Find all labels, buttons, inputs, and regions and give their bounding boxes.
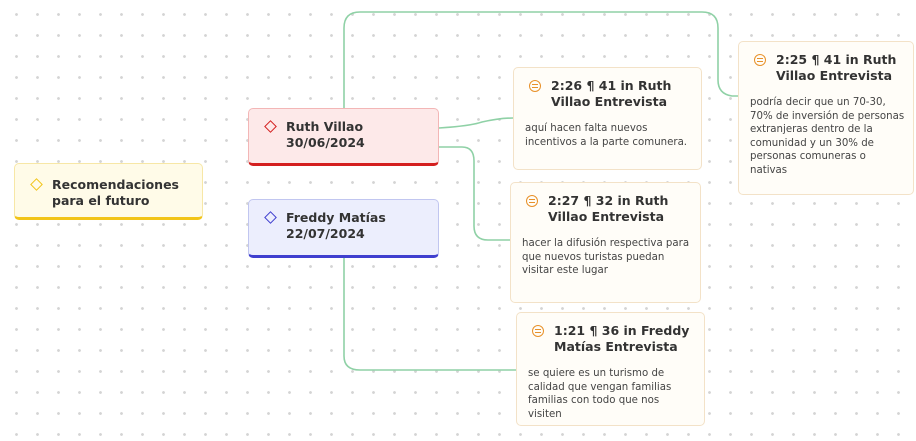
quote-card-2-27[interactable]: 2:27 ¶ 32 in Ruth Villao Entrevista hace… — [510, 182, 701, 303]
diamond-icon — [30, 178, 43, 191]
quote-card-2-25[interactable]: 2:25 ¶ 41 in Ruth Villao Entrevista podr… — [738, 41, 914, 195]
connector-freddy-to-quote-1-21 — [343, 258, 516, 371]
diamond-icon — [264, 211, 277, 224]
quote-icon — [754, 54, 766, 66]
code-node-freddy-matias[interactable]: Freddy Matías 22/07/2024 — [248, 199, 439, 258]
quote-text: hacer la difusión respectiva para que nu… — [522, 238, 690, 277]
connector-ruth-to-quote-2-26 — [438, 117, 514, 129]
diamond-icon — [264, 120, 277, 133]
code-label-freddy: Freddy Matías 22/07/2024 — [286, 210, 386, 241]
quote-title: 2:27 ¶ 32 in Ruth Villao Entrevista — [548, 193, 669, 224]
quote-title: 2:25 ¶ 41 in Ruth Villao Entrevista — [776, 52, 897, 83]
quote-text: se quiere es un turismo de calidad que v… — [528, 368, 672, 420]
quote-title: 1:21 ¶ 36 in Freddy Matías Entrevista — [554, 323, 690, 354]
quote-text: aquí hacen falta nuevos incentivos a la … — [525, 123, 688, 148]
quote-icon — [532, 325, 544, 337]
code-node-ruth-villao[interactable]: Ruth Villao 30/06/2024 — [248, 108, 439, 166]
quote-icon — [529, 80, 541, 92]
quote-text: podría decir que un 70-30, 70% de invers… — [750, 97, 905, 176]
quote-title: 2:26 ¶ 41 in Ruth Villao Entrevista — [551, 78, 672, 109]
quote-icon — [526, 195, 538, 207]
connector-ruth-to-quote-2-27 — [439, 146, 510, 241]
topic-label: Recomendaciones para el futuro — [52, 177, 179, 208]
topic-node-recomendaciones[interactable]: Recomendaciones para el futuro — [14, 163, 203, 220]
quote-card-2-26[interactable]: 2:26 ¶ 41 in Ruth Villao Entrevista aquí… — [513, 67, 702, 170]
quote-card-1-21[interactable]: 1:21 ¶ 36 in Freddy Matías Entrevista se… — [516, 312, 705, 426]
code-label-ruth: Ruth Villao 30/06/2024 — [286, 119, 365, 150]
